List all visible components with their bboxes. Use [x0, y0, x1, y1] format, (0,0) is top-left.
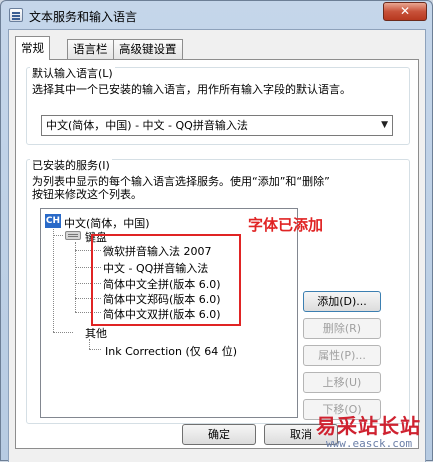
keyboard-icon: [65, 231, 81, 240]
tree-line: [53, 332, 73, 333]
language-ch-icon: CH: [45, 214, 61, 228]
dialog-window: 文本服务和输入语言 ✕ 常规 语言栏 高级键设置 默认输入语言(L) 选择其中一…: [0, 0, 433, 462]
remove-button[interactable]: 删除(R): [303, 318, 381, 339]
default-input-description: 选择其中一个已安装的输入语言，用作所有输入字段的默认语言。: [32, 83, 351, 96]
watermark-url: www.easck.com: [326, 437, 413, 450]
watermark-logo: 易采站长站: [316, 414, 421, 438]
tree-line: [89, 349, 101, 350]
highlight-box: [91, 234, 241, 326]
tab-advanced-key-settings[interactable]: 高级键设置: [113, 39, 183, 59]
default-language-select[interactable]: 中文(简体，中国) - 中文 - QQ拼音输入法 ▼: [41, 115, 393, 136]
annotation-text: 字体已添加: [248, 216, 324, 234]
ok-button[interactable]: 确定: [182, 424, 256, 445]
window-title: 文本服务和输入语言: [29, 10, 138, 24]
tree-line: [53, 229, 54, 332]
tab-language-bar[interactable]: 语言栏: [67, 39, 114, 59]
installed-services-description-line2: 按钮来修改这个列表。: [32, 188, 142, 201]
tree-line: [89, 339, 90, 349]
tree-line: [75, 242, 76, 312]
default-input-label: 默认输入语言(L): [30, 65, 115, 81]
close-button[interactable]: ✕: [383, 2, 427, 21]
properties-button[interactable]: 属性(P)...: [303, 345, 381, 366]
tab-general[interactable]: 常规: [15, 36, 50, 60]
app-icon: [9, 8, 23, 22]
add-button[interactable]: 添加(D)...: [303, 291, 381, 312]
tree-line: [53, 235, 63, 236]
title-bar: 文本服务和输入语言 ✕: [1, 1, 432, 29]
move-up-button[interactable]: 上移(U): [303, 372, 381, 393]
other-item[interactable]: Ink Correction (仅 64 位): [105, 343, 237, 359]
installed-services-label: 已安装的服务(I): [30, 157, 112, 173]
default-language-value: 中文(简体，中国) - 中文 - QQ拼音输入法: [46, 119, 248, 132]
chevron-down-icon: ▼: [381, 120, 388, 130]
